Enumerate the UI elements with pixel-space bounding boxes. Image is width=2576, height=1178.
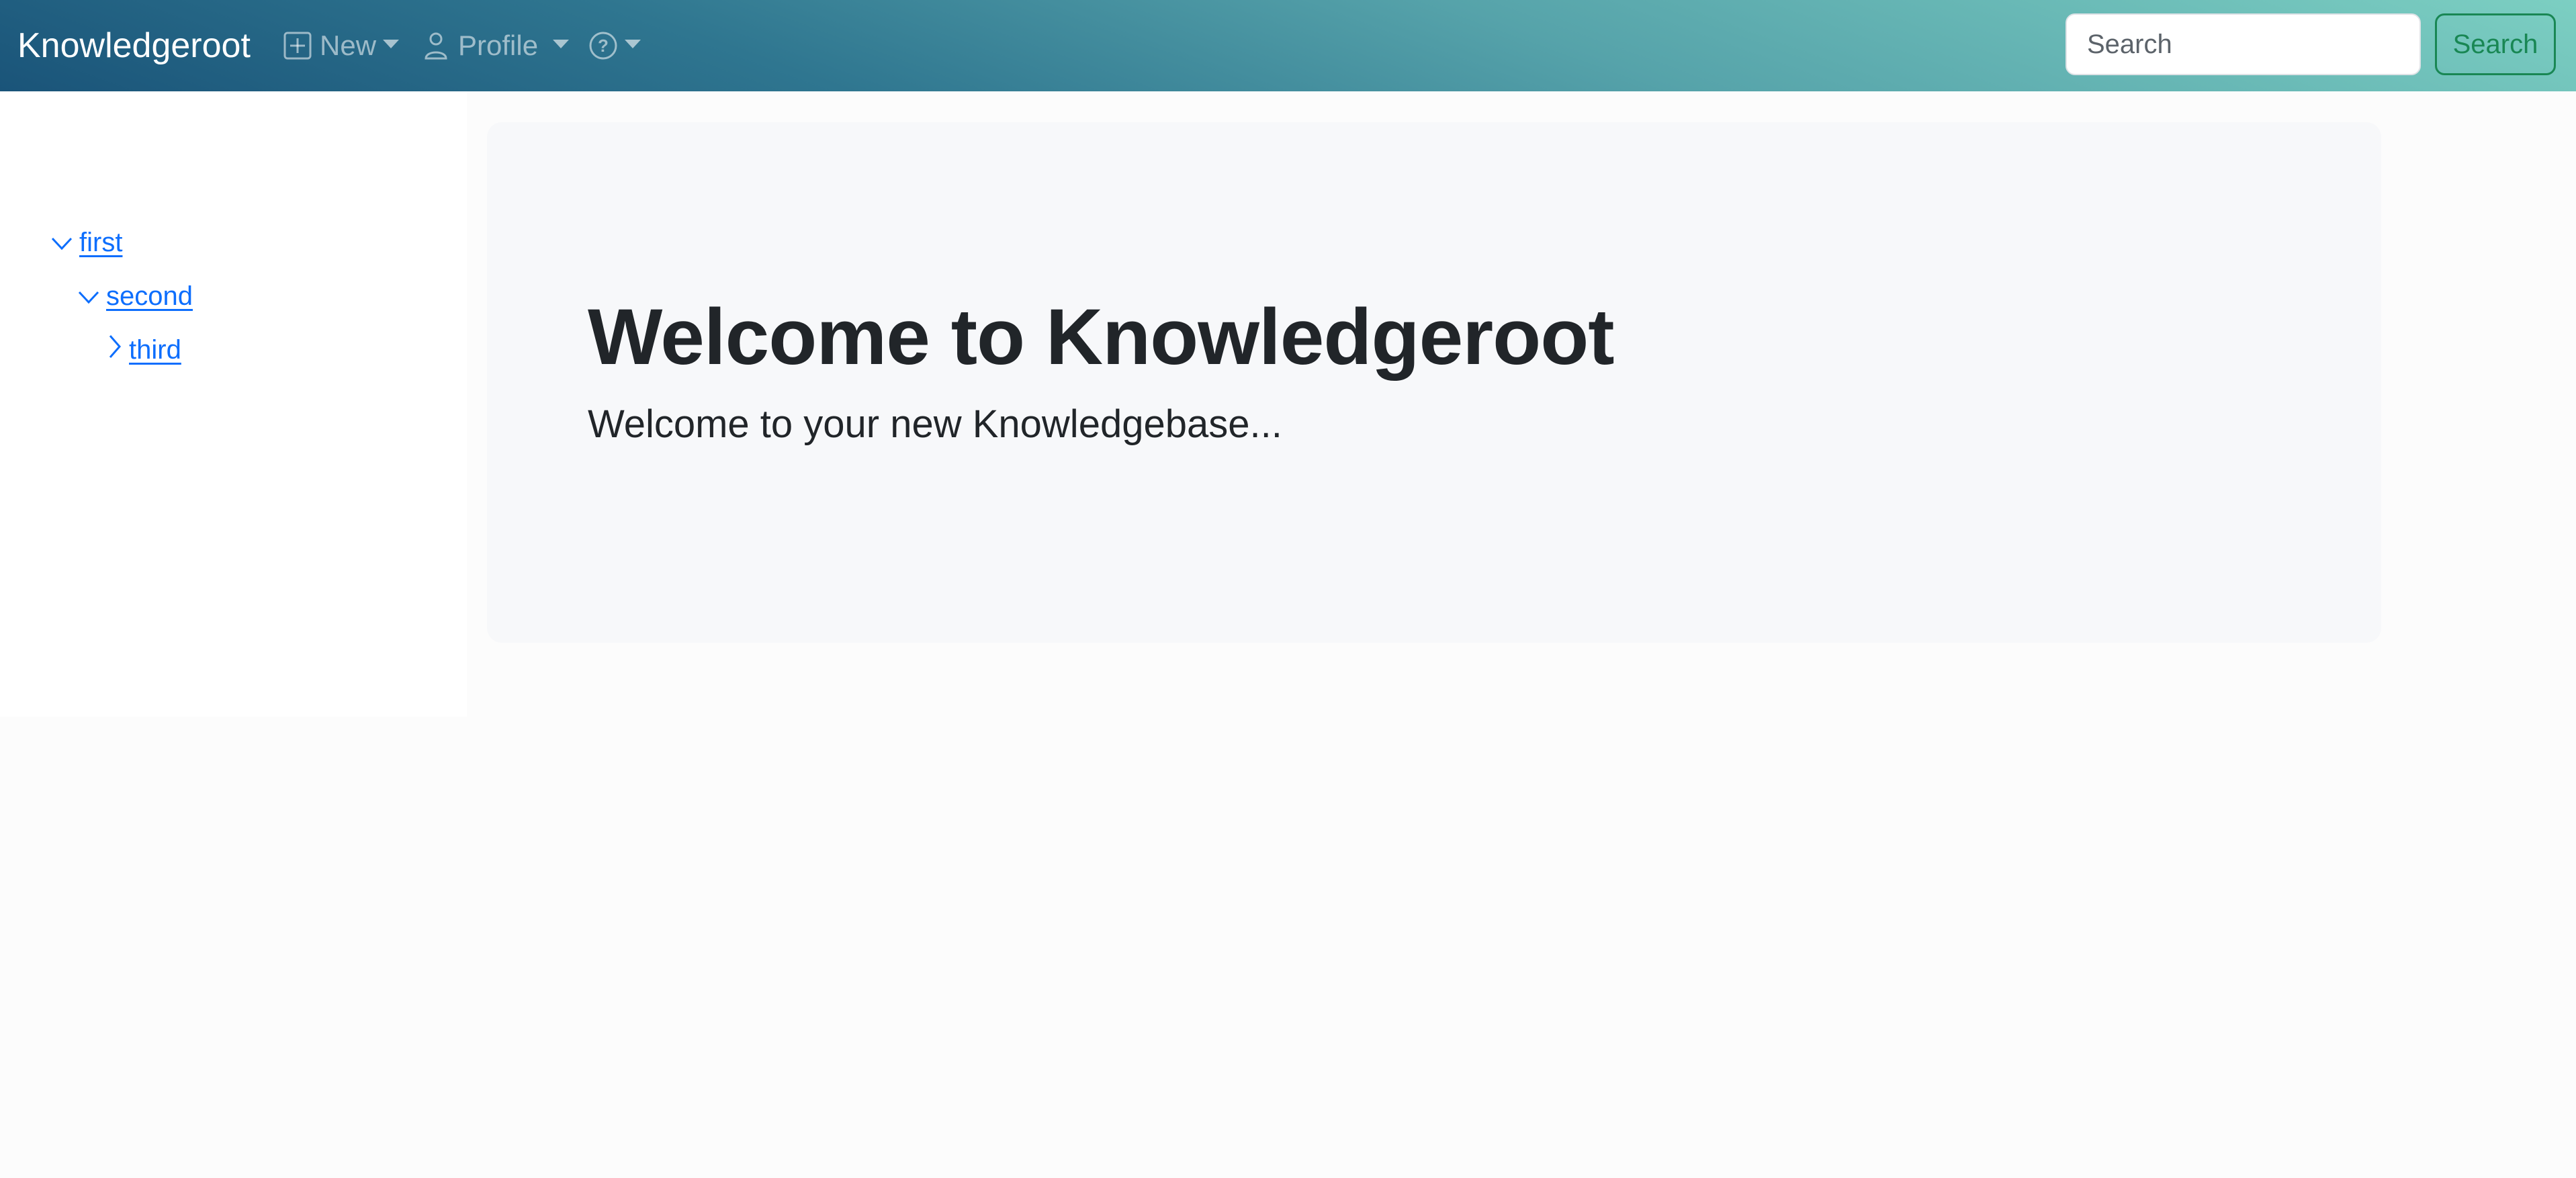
nav-help-dropdown[interactable]: ? (588, 24, 641, 67)
nav-new-dropdown[interactable]: New (283, 24, 400, 67)
question-circle-icon: ? (588, 31, 618, 60)
search-input[interactable] (2066, 13, 2421, 75)
tree-link-third[interactable]: third (122, 335, 181, 365)
chevron-down-icon[interactable] (78, 281, 99, 312)
caret-down-icon (383, 39, 400, 48)
welcome-lead-text: Welcome to your new Knowledgebase... (588, 402, 1282, 446)
caret-down-icon (625, 39, 641, 48)
tree-link-first[interactable]: first (73, 228, 122, 258)
search-button[interactable]: Search (2435, 13, 2556, 75)
sidebar-tree: first second third (0, 91, 467, 717)
plus-square-icon (283, 32, 312, 60)
top-navbar: Knowledgeroot New Profile ? Search Searc… (0, 0, 2576, 91)
tree-link-second[interactable]: second (99, 281, 193, 312)
tree-item-first[interactable]: first (51, 222, 122, 263)
welcome-jumbotron: Welcome to Knowledgeroot Welcome to your… (487, 122, 2381, 643)
nav-new-label: New (320, 30, 377, 61)
nav-profile-label: Profile (458, 30, 539, 61)
chevron-down-icon[interactable] (51, 228, 73, 258)
tree-item-third[interactable]: third (107, 330, 181, 370)
nav-profile-dropdown[interactable]: Profile (425, 24, 570, 67)
page-title: Welcome to Knowledgeroot (588, 293, 1615, 381)
caret-down-icon (553, 39, 570, 48)
tree-item-second[interactable]: second (78, 276, 193, 316)
brand-logo-link[interactable]: Knowledgeroot (17, 24, 251, 67)
person-icon (425, 32, 447, 60)
svg-text:?: ? (598, 36, 609, 56)
chevron-right-icon[interactable] (107, 334, 122, 365)
